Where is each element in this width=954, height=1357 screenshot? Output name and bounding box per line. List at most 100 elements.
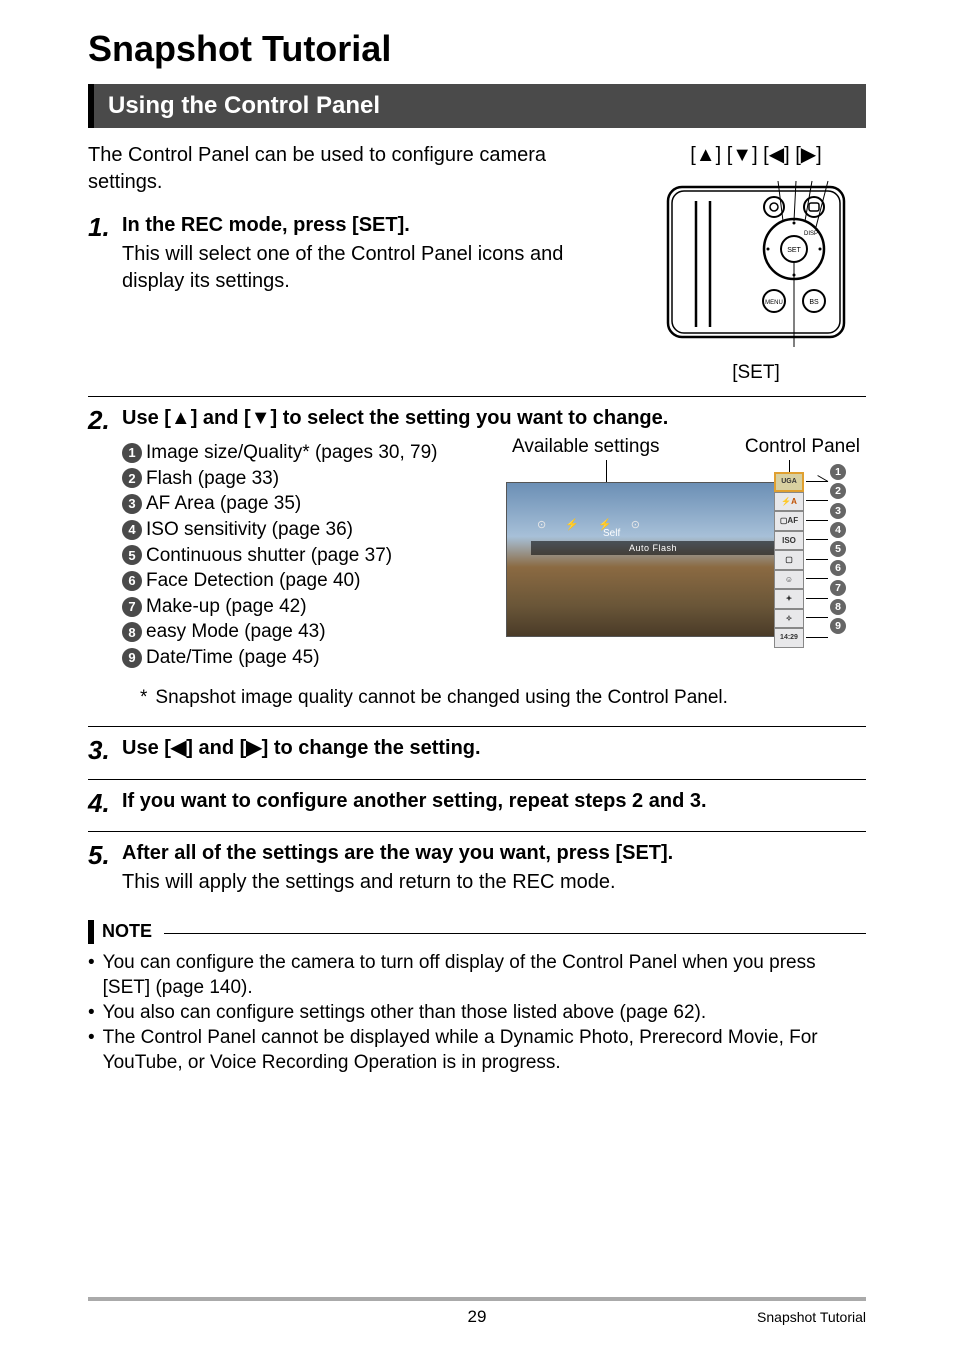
asterisk-mark: * — [140, 685, 147, 711]
note-text: You also can configure settings other th… — [103, 1000, 706, 1025]
cp-item-6: ☺ — [774, 570, 804, 590]
step-heading: Use [▲] and [▼] to select the setting yo… — [122, 405, 866, 432]
bullet-9-icon: 9 — [122, 648, 142, 668]
control-panel-label: Control Panel — [745, 436, 860, 458]
divider — [88, 831, 866, 832]
note-marker-icon — [88, 920, 94, 944]
callout-5-icon: 5 — [830, 541, 846, 557]
note-item: You can configure the camera to turn off… — [88, 950, 866, 1000]
list-item: 4ISO sensitivity (page 36) — [122, 517, 496, 543]
self-label: Self — [603, 528, 620, 539]
bullet-2-icon: 2 — [122, 468, 142, 488]
list-item: 8easy Mode (page 43) — [122, 619, 496, 645]
note-label: NOTE — [102, 921, 152, 942]
cp-item-8: ✧ — [774, 609, 804, 629]
step-heading: If you want to configure another setting… — [122, 788, 866, 815]
callout-numbers: 1 2 3 4 5 6 7 8 9 — [830, 464, 846, 634]
callout-4-icon: 4 — [830, 522, 846, 538]
cp-item-2: ⚡A — [774, 492, 804, 512]
divider — [88, 726, 866, 727]
step-heading: In the REC mode, press [SET]. — [122, 212, 626, 239]
step-number: 4. — [88, 788, 122, 819]
connector-line — [806, 520, 828, 521]
connector-line — [806, 481, 828, 482]
auto-flash-bar: Auto Flash — [531, 541, 775, 555]
connector-line — [806, 500, 828, 501]
callout-3-icon: 3 — [830, 503, 846, 519]
bullet-3-icon: 3 — [122, 494, 142, 514]
cp-item-4: ISO — [774, 531, 804, 551]
intro-text: The Control Panel can be used to configu… — [88, 142, 626, 196]
connector-line — [806, 578, 828, 579]
connector-line — [806, 539, 828, 540]
svg-text:SET: SET — [787, 247, 801, 254]
setting-label: easy Mode (page 43) — [146, 619, 326, 645]
set-caption: [SET] — [646, 362, 866, 384]
bullet-1-icon: 1 — [122, 443, 142, 463]
step-5: 5. After all of the settings are the way… — [88, 840, 866, 896]
callout-6-icon: 6 — [830, 560, 846, 576]
setting-label: AF Area (page 35) — [146, 491, 301, 517]
chapter-title: Snapshot Tutorial — [88, 28, 866, 70]
camera-diagram-block: [▲] [▼] [◀] [▶] SET DISP — [646, 142, 866, 384]
connector-line — [806, 559, 828, 560]
step-number: 1. — [88, 212, 122, 243]
callout-8-icon: 8 — [830, 599, 846, 615]
camera-screen-preview: ⊙ ⚡ ⚡ ⊙ Self Auto Flash — [506, 482, 796, 637]
step-number: 2. — [88, 405, 122, 436]
note-item: You also can configure settings other th… — [88, 1000, 866, 1025]
section-heading: Using the Control Panel — [88, 84, 866, 128]
step-description: This will apply the settings and return … — [122, 869, 866, 896]
list-item: 9Date/Time (page 45) — [122, 645, 496, 671]
page: Snapshot Tutorial Using the Control Pane… — [0, 0, 954, 1357]
setting-label: Flash (page 33) — [146, 466, 279, 492]
page-footer: 29 Snapshot Tutorial — [88, 1297, 866, 1327]
svg-text:DISP: DISP — [804, 231, 818, 237]
list-item: 6Face Detection (page 40) — [122, 568, 496, 594]
note-text: You can configure the camera to turn off… — [103, 950, 866, 1000]
cp-item-1: UGA — [774, 472, 804, 492]
bullet-6-icon: 6 — [122, 571, 142, 591]
intro-row: The Control Panel can be used to configu… — [88, 142, 866, 384]
step-description: This will select one of the Control Pane… — [122, 241, 626, 295]
connector-line — [806, 617, 828, 618]
setting-label: Continuous shutter (page 37) — [146, 543, 392, 569]
setting-label: Image size/Quality* (pages 30, 79) — [146, 440, 438, 466]
list-item: 5Continuous shutter (page 37) — [122, 543, 496, 569]
step-heading: After all of the settings are the way yo… — [122, 840, 866, 867]
setting-label: ISO sensitivity (page 36) — [146, 517, 353, 543]
svg-text:MENU: MENU — [765, 300, 783, 306]
page-number: 29 — [468, 1307, 487, 1327]
callout-1-icon: 1 — [830, 464, 846, 480]
bullet-7-icon: 7 — [122, 597, 142, 617]
step-4: 4. If you want to configure another sett… — [88, 788, 866, 819]
camera-back-icon: SET DISP MENU BS — [666, 179, 846, 349]
callout-7-icon: 7 — [830, 580, 846, 596]
available-settings-label: Available settings — [512, 436, 660, 458]
svg-text:BS: BS — [809, 299, 819, 306]
bullet-5-icon: 5 — [122, 545, 142, 565]
note-block: NOTE You can configure the camera to tur… — [88, 920, 866, 1075]
step-3: 3. Use [◀] and [▶] to change the setting… — [88, 735, 866, 766]
step-number: 5. — [88, 840, 122, 871]
asterisk-note: * Snapshot image quality cannot be chang… — [140, 685, 866, 711]
note-list: You can configure the camera to turn off… — [88, 950, 866, 1075]
dpad-label: [▲] [▼] [◀] [▶] — [646, 142, 866, 169]
step-1: 1. In the REC mode, press [SET]. This wi… — [88, 212, 626, 295]
divider — [88, 779, 866, 780]
cp-item-5: ▢ — [774, 550, 804, 570]
note-item: The Control Panel cannot be displayed wh… — [88, 1025, 866, 1075]
bullet-4-icon: 4 — [122, 520, 142, 540]
control-panel-sidebar: UGA ⚡A ▢AF ISO ▢ ☺ ✦ ✧ 14:29 — [774, 472, 804, 648]
cp-item-7: ✦ — [774, 589, 804, 609]
footer-title: Snapshot Tutorial — [757, 1309, 866, 1325]
status-icons-row: ⊙ ⚡ ⚡ ⊙ — [537, 518, 648, 531]
callout-2-icon: 2 — [830, 483, 846, 499]
connector-line — [806, 637, 828, 638]
setting-label: Face Detection (page 40) — [146, 568, 360, 594]
cp-item-9: 14:29 — [774, 628, 804, 648]
connector-line — [806, 598, 828, 599]
step-number: 3. — [88, 735, 122, 766]
note-rule — [164, 933, 866, 934]
callout-9-icon: 9 — [830, 618, 846, 634]
